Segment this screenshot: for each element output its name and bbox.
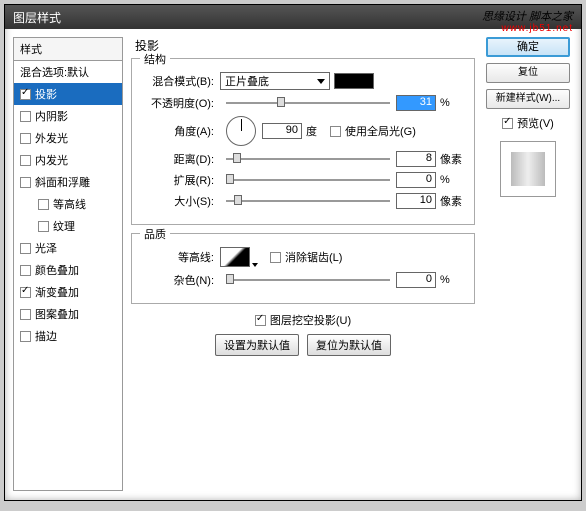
sidebar-item-7[interactable]: 纹理 bbox=[14, 215, 122, 237]
sidebar-checkbox-11[interactable] bbox=[20, 309, 31, 320]
noise-slider[interactable] bbox=[226, 273, 390, 287]
watermark: 思缘设计 脚本之家 bbox=[482, 7, 573, 24]
preview-label: 预览(V) bbox=[517, 115, 554, 131]
sidebar-item-label: 投影 bbox=[35, 86, 57, 102]
sidebar-item-label: 内阴影 bbox=[35, 108, 68, 124]
spread-slider[interactable] bbox=[226, 173, 390, 187]
sidebar-checkbox-12[interactable] bbox=[20, 331, 31, 342]
preview-checkbox[interactable] bbox=[502, 118, 513, 129]
sidebar-checkbox-7[interactable] bbox=[38, 221, 49, 232]
sidebar-item-label: 颜色叠加 bbox=[35, 262, 79, 278]
spread-input[interactable]: 0 bbox=[396, 172, 436, 188]
sidebar-item-label: 外发光 bbox=[35, 130, 68, 146]
size-slider[interactable] bbox=[226, 194, 390, 208]
sidebar-item-label: 图案叠加 bbox=[35, 306, 79, 322]
styles-sidebar: 样式 混合选项:默认投影内阴影外发光内发光斜面和浮雕等高线纹理光泽颜色叠加渐变叠… bbox=[13, 37, 123, 491]
angle-dial[interactable] bbox=[226, 116, 256, 146]
effect-title: 投影 bbox=[131, 37, 475, 54]
sidebar-checkbox-5[interactable] bbox=[20, 177, 31, 188]
sidebar-item-label: 混合选项:默认 bbox=[20, 64, 89, 80]
sidebar-checkbox-6[interactable] bbox=[38, 199, 49, 210]
sidebar-checkbox-2[interactable] bbox=[20, 111, 31, 122]
shadow-color-swatch[interactable] bbox=[334, 73, 374, 89]
sidebar-item-label: 纹理 bbox=[53, 218, 75, 234]
preview-swatch bbox=[511, 152, 545, 186]
knockout-checkbox[interactable] bbox=[255, 315, 266, 326]
sidebar-item-8[interactable]: 光泽 bbox=[14, 237, 122, 259]
distance-label: 距离(D): bbox=[142, 151, 220, 167]
sidebar-item-3[interactable]: 外发光 bbox=[14, 127, 122, 149]
noise-input[interactable]: 0 bbox=[396, 272, 436, 288]
sidebar-item-label: 渐变叠加 bbox=[35, 284, 79, 300]
knockout-label: 图层挖空投影(U) bbox=[270, 312, 351, 328]
global-light-checkbox[interactable] bbox=[330, 126, 341, 137]
sidebar-checkbox-3[interactable] bbox=[20, 133, 31, 144]
global-light-label: 使用全局光(G) bbox=[345, 123, 416, 139]
antialias-label: 消除锯齿(L) bbox=[285, 249, 342, 265]
sidebar-checkbox-1[interactable] bbox=[20, 89, 31, 100]
preview-box bbox=[500, 141, 556, 197]
opacity-input[interactable]: 31 bbox=[396, 95, 436, 111]
distance-input[interactable]: 8 bbox=[396, 151, 436, 167]
chevron-down-icon bbox=[317, 79, 325, 84]
angle-label: 角度(A): bbox=[142, 123, 220, 139]
size-input[interactable]: 10 bbox=[396, 193, 436, 209]
sidebar-item-1[interactable]: 投影 bbox=[14, 83, 122, 105]
ok-button[interactable]: 确定 bbox=[486, 37, 570, 57]
set-default-button[interactable]: 设置为默认值 bbox=[215, 334, 299, 356]
sidebar-checkbox-9[interactable] bbox=[20, 265, 31, 276]
sidebar-item-5[interactable]: 斜面和浮雕 bbox=[14, 171, 122, 193]
reset-default-button[interactable]: 复位为默认值 bbox=[307, 334, 391, 356]
quality-legend: 品质 bbox=[140, 226, 170, 242]
opacity-label: 不透明度(O): bbox=[142, 95, 220, 111]
size-label: 大小(S): bbox=[142, 193, 220, 209]
structure-legend: 结构 bbox=[140, 51, 170, 67]
blend-mode-label: 混合模式(B): bbox=[142, 73, 220, 89]
sidebar-item-11[interactable]: 图案叠加 bbox=[14, 303, 122, 325]
antialias-checkbox[interactable] bbox=[270, 252, 281, 263]
angle-input[interactable]: 90 bbox=[262, 123, 302, 139]
chevron-down-icon[interactable] bbox=[252, 263, 258, 267]
structure-group: 结构 混合模式(B): 正片叠底 不透明度(O): 31 % 角度 bbox=[131, 58, 475, 225]
sidebar-item-label: 描边 bbox=[35, 328, 57, 344]
sidebar-item-label: 斜面和浮雕 bbox=[35, 174, 90, 190]
sidebar-item-9[interactable]: 颜色叠加 bbox=[14, 259, 122, 281]
sidebar-item-label: 内发光 bbox=[35, 152, 68, 168]
sidebar-item-10[interactable]: 渐变叠加 bbox=[14, 281, 122, 303]
sidebar-item-6[interactable]: 等高线 bbox=[14, 193, 122, 215]
contour-picker[interactable] bbox=[220, 247, 250, 267]
sidebar-item-label: 光泽 bbox=[35, 240, 57, 256]
sidebar-item-label: 等高线 bbox=[53, 196, 86, 212]
spread-label: 扩展(R): bbox=[142, 172, 220, 188]
noise-label: 杂色(N): bbox=[142, 272, 220, 288]
sidebar-item-0[interactable]: 混合选项:默认 bbox=[14, 61, 122, 83]
new-style-button[interactable]: 新建样式(W)... bbox=[486, 89, 570, 109]
opacity-slider[interactable] bbox=[226, 96, 390, 110]
watermark-url: www.jb51.net bbox=[502, 23, 573, 34]
sidebar-item-12[interactable]: 描边 bbox=[14, 325, 122, 347]
sidebar-checkbox-4[interactable] bbox=[20, 155, 31, 166]
cancel-button[interactable]: 复位 bbox=[486, 63, 570, 83]
sidebar-checkbox-10[interactable] bbox=[20, 287, 31, 298]
contour-label: 等高线: bbox=[142, 249, 220, 265]
sidebar-item-4[interactable]: 内发光 bbox=[14, 149, 122, 171]
blend-mode-select[interactable]: 正片叠底 bbox=[220, 72, 330, 90]
quality-group: 品质 等高线: 消除锯齿(L) 杂色(N): 0 % bbox=[131, 233, 475, 304]
distance-slider[interactable] bbox=[226, 152, 390, 166]
sidebar-header: 样式 bbox=[14, 38, 122, 61]
sidebar-item-2[interactable]: 内阴影 bbox=[14, 105, 122, 127]
sidebar-checkbox-8[interactable] bbox=[20, 243, 31, 254]
